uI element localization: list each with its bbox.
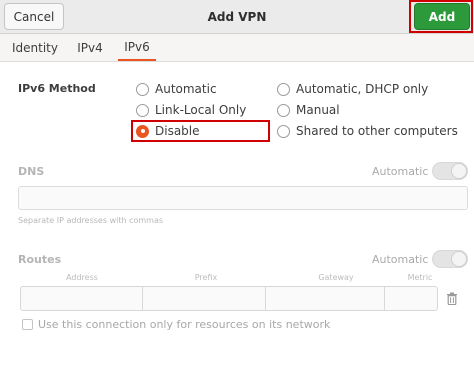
radio-label: Shared to other computers (296, 124, 458, 138)
dialog-title: Add VPN (207, 10, 267, 24)
dns-hint: Separate IP addresses with commas (18, 216, 164, 225)
header-bar: Add VPN Cancel Add (0, 0, 474, 34)
route-metric-entry[interactable] (384, 286, 438, 311)
route-gateway-entry[interactable] (265, 286, 385, 311)
tab-identity[interactable]: Identity (6, 35, 64, 61)
cancel-button[interactable]: Cancel (4, 3, 64, 30)
radio-button-icon[interactable] (277, 82, 290, 96)
column-header-prefix: Prefix (194, 273, 218, 282)
dns-automatic-switch[interactable] (432, 162, 468, 180)
dns-automatic-label: Automatic (372, 165, 429, 178)
add-button[interactable]: Add (414, 3, 470, 30)
checkbox-icon[interactable] (22, 319, 33, 330)
radio-label: Disable (155, 124, 200, 138)
radio-button-icon[interactable] (277, 103, 290, 117)
route-prefix-entry[interactable] (142, 286, 266, 311)
column-header-gateway: Gateway (318, 273, 354, 282)
radio-button-icon[interactable] (277, 124, 290, 138)
column-header-address: Address (66, 273, 98, 282)
dns-label: DNS (18, 165, 45, 178)
ipv6-method-label: IPv6 Method (18, 82, 96, 95)
switch-knob (451, 251, 467, 267)
ipv6-settings-panel: IPv6 Method Automatic Link-Local Only Di… (0, 62, 474, 368)
tab-ipv4[interactable]: IPv4 (70, 35, 110, 61)
radio-button-icon[interactable] (136, 82, 149, 96)
radio-button-icon[interactable] (136, 103, 149, 117)
route-address-entry[interactable] (20, 286, 143, 311)
radio-label: Link-Local Only (155, 103, 247, 117)
tab-bar: Identity IPv4 IPv6 (0, 35, 474, 62)
radio-link-local-only[interactable]: Link-Local Only (136, 102, 246, 118)
routes-label: Routes (18, 253, 62, 266)
radio-manual[interactable]: Manual (277, 102, 340, 118)
radio-label: Automatic (155, 82, 217, 96)
radio-label: Manual (296, 103, 340, 117)
switch-knob (451, 163, 467, 179)
routes-automatic-label: Automatic (372, 253, 429, 266)
radio-automatic[interactable]: Automatic (136, 81, 217, 97)
radio-shared-to-other-computers[interactable]: Shared to other computers (277, 123, 458, 139)
radio-label: Automatic, DHCP only (296, 82, 429, 96)
only-local-resources-label: Use this connection only for resources o… (38, 318, 331, 331)
dns-entry[interactable] (18, 186, 468, 210)
column-header-metric: Metric (407, 273, 433, 282)
delete-route-icon[interactable] (445, 291, 459, 305)
radio-button-checked-icon[interactable] (136, 124, 149, 138)
radio-disable[interactable]: Disable (136, 123, 200, 139)
radio-automatic-dhcp-only[interactable]: Automatic, DHCP only (277, 81, 428, 97)
routes-automatic-switch[interactable] (432, 250, 468, 268)
only-local-resources-option[interactable]: Use this connection only for resources o… (22, 318, 330, 331)
tab-ipv6[interactable]: IPv6 (118, 35, 156, 61)
